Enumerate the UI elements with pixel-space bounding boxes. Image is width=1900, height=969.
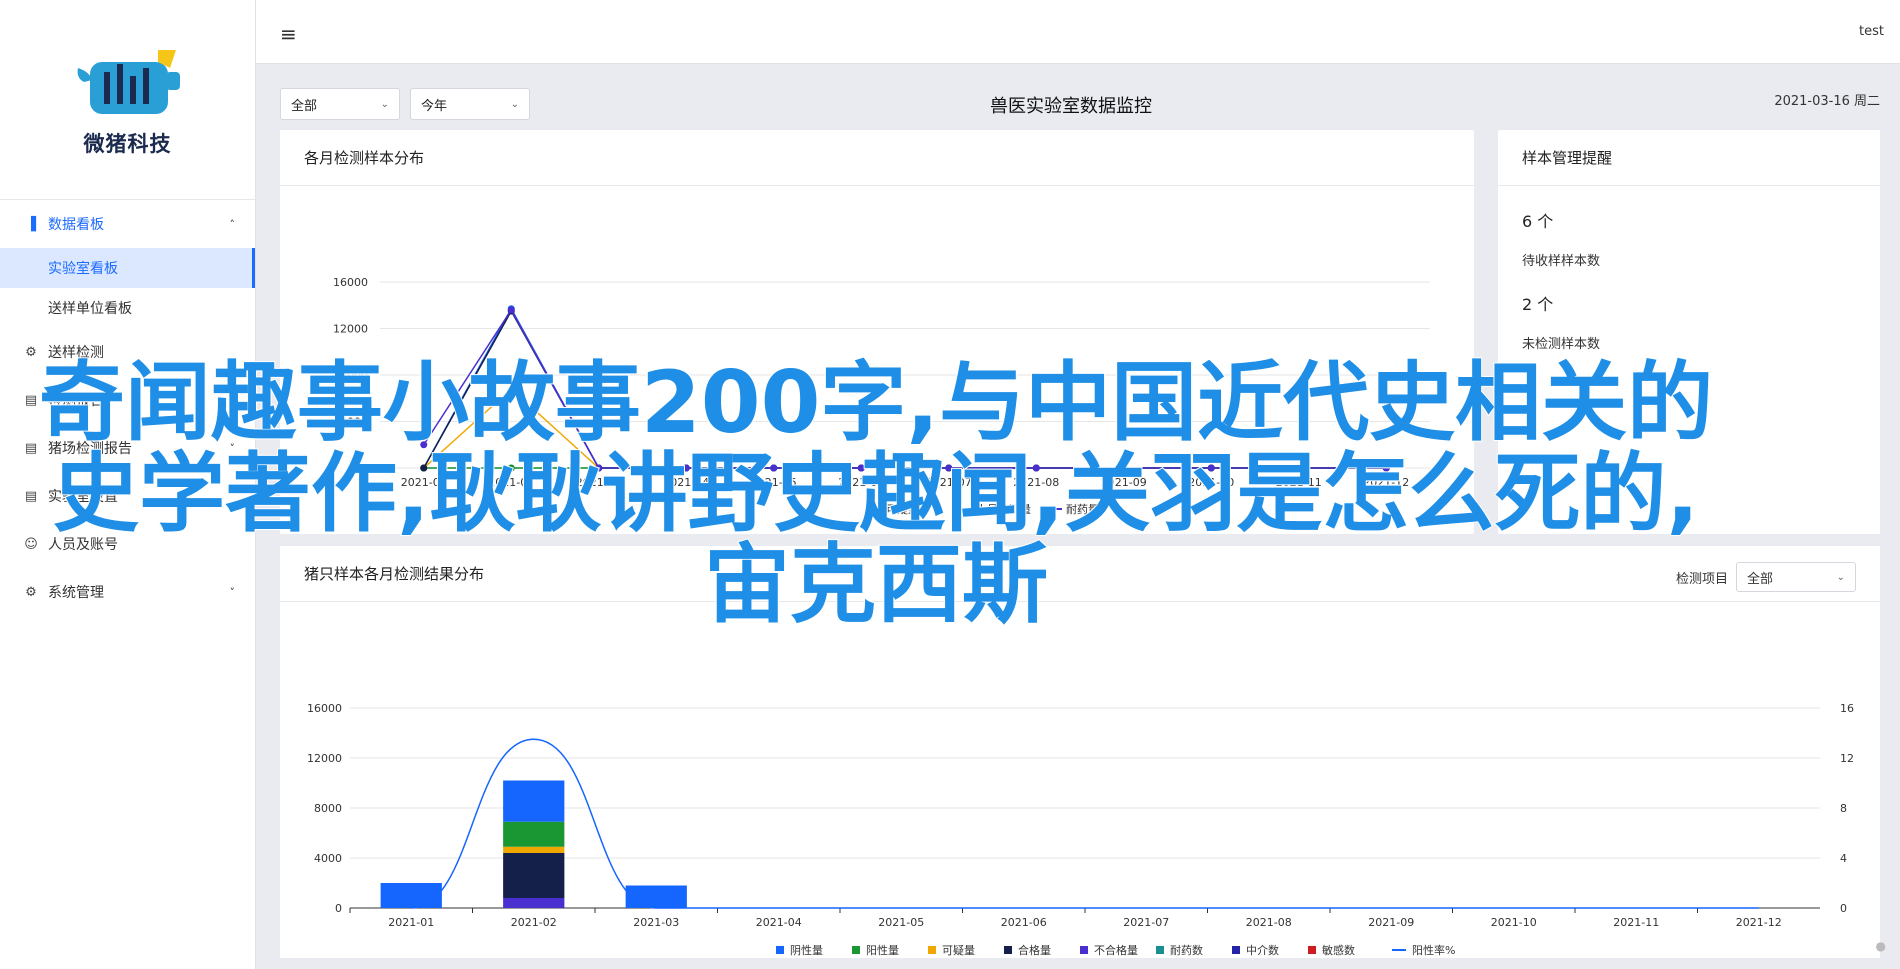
y-tick-label: 12000 <box>333 323 368 336</box>
watermark: ● <box>1875 939 1886 953</box>
sidebar-item-label: 数据看板 <box>48 217 104 233</box>
chevron-down-icon: ⌄ <box>380 98 389 110</box>
legend-label: 不合格量 <box>1094 943 1138 957</box>
pig-logo-icon <box>77 49 180 114</box>
y-tick-label: 16000 <box>333 276 368 289</box>
x-tick-label: 2021-11 <box>1613 916 1659 929</box>
pending-test-count: 2 个 <box>1522 295 1554 314</box>
bar-segment <box>503 846 565 853</box>
period-select[interactable]: 今年 ⌄ <box>410 88 530 120</box>
x-tick-label: 2021-08 <box>1246 916 1292 929</box>
legend-swatch <box>1004 946 1012 954</box>
legend-label: 可疑量 <box>942 944 975 957</box>
y2-tick-label: 12 <box>1840 752 1854 765</box>
y-tick-label: 8000 <box>314 802 342 815</box>
logo: 微猪科技 <box>0 0 255 200</box>
positive-rate-line <box>411 738 1759 909</box>
y2-tick-label: 16 <box>1840 702 1854 715</box>
legend-swatch <box>1080 946 1088 954</box>
pending-receive-count: 6 个 <box>1522 212 1554 231</box>
pending-test-label: 未检测样本数 <box>1522 337 1601 352</box>
pig-results-chart: 0 4000 8000 12000 16000 0 4 8 12 16 2021-01 2021-02… <box>307 702 1854 957</box>
legend-label: 中介数 <box>1246 944 1279 957</box>
user-name[interactable]: test <box>1859 24 1884 39</box>
overlay-headline: 奇闻趣事小故事200字,与中国近代史相关的史学著作,耿耿讲野史趣闻,关羽是怎么死… <box>38 353 1714 635</box>
bar-segment <box>503 853 565 898</box>
bar-segment <box>503 780 565 822</box>
chevron-down-icon: ⌄ <box>510 98 519 110</box>
x-tick-label: 2021-09 <box>1368 916 1414 929</box>
y-tick-label: 4000 <box>314 852 342 865</box>
y2-tick-label: 4 <box>1840 852 1847 865</box>
sidebar-subitem-1[interactable]: 送样单位看板 <box>0 288 255 328</box>
legend-swatch <box>1308 946 1316 954</box>
chevron-down-icon: ⌄ <box>1836 571 1845 583</box>
bar-chart-icon: ▐ <box>26 216 36 232</box>
legend-swatch <box>1156 946 1164 954</box>
top-bar: ≡ test <box>256 0 1900 64</box>
filter-bar: 全部 ⌄ 今年 ⌄ <box>280 88 530 120</box>
bar-segment <box>625 885 687 908</box>
legend-swatch <box>776 946 784 954</box>
legend-swatch <box>852 946 860 954</box>
legend-label: 阴性量 <box>790 943 823 957</box>
x-tick-label: 2021-06 <box>1001 916 1047 929</box>
bar-segment <box>503 821 565 847</box>
x-tick-label: 2021-10 <box>1491 916 1537 929</box>
test-item-select[interactable]: 全部 ⌄ <box>1736 562 1856 592</box>
x-tick-label: 2021-07 <box>1123 916 1169 929</box>
page-title: 兽医实验室数据监控 <box>990 96 1152 117</box>
y-tick-label: 0 <box>335 902 342 915</box>
period-select-value: 今年 <box>421 98 448 114</box>
sidebar-item-0[interactable]: ▐ 数据看板 ˄ <box>0 200 255 248</box>
chevron-up-icon: ˄ <box>229 217 236 231</box>
legend-swatch <box>1232 946 1240 954</box>
y2-tick-label: 0 <box>1840 902 1847 915</box>
x-tick-label: 2021-05 <box>878 916 924 929</box>
x-tick-label: 2021-04 <box>756 916 802 929</box>
pending-receive-label: 待收样样本数 <box>1522 254 1601 269</box>
x-tick-label: 2021-01 <box>388 916 434 929</box>
scope-select[interactable]: 全部 ⌄ <box>280 88 400 120</box>
y-tick-label: 16000 <box>307 702 342 715</box>
brand-name: 微猪科技 <box>83 131 172 156</box>
data-point <box>507 306 515 314</box>
x-tick-label: 2021-02 <box>511 916 557 929</box>
legend-label: 阳性量 <box>866 943 899 957</box>
page-date: 2021-03-16 周二 <box>1774 94 1880 109</box>
scope-select-value: 全部 <box>291 98 318 114</box>
legend-label: 合格量 <box>1018 943 1051 957</box>
legend-label: 阳性率% <box>1412 943 1455 957</box>
menu-toggle-icon[interactable]: ≡ <box>280 22 297 46</box>
card-title: 各月检测样本分布 <box>280 130 1474 186</box>
bar-segment <box>503 898 565 908</box>
card-title: 样本管理提醒 <box>1498 130 1880 186</box>
legend-label: 耐药数 <box>1170 944 1203 957</box>
legend-label: 敏感数 <box>1322 943 1355 957</box>
test-item-select-value: 全部 <box>1747 571 1774 587</box>
bar-segment <box>380 883 442 908</box>
legend-swatch <box>928 946 936 954</box>
sidebar-subitem-0[interactable]: 实验室看板 <box>0 248 255 288</box>
x-tick-label: 2021-12 <box>1736 916 1782 929</box>
y2-tick-label: 8 <box>1840 802 1847 815</box>
y-tick-label: 12000 <box>307 752 342 765</box>
x-tick-label: 2021-03 <box>633 916 679 929</box>
